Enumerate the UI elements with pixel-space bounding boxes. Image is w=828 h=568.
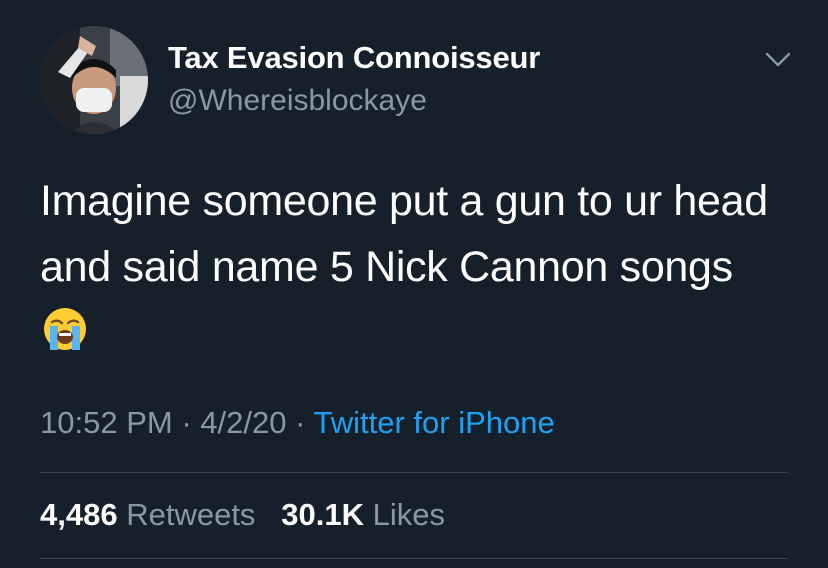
tweet-line: Imagine someone put a gun to ur head	[40, 177, 768, 225]
retweets-count: 4,486	[40, 497, 118, 532]
tweet-line: and said name 5 Nick Cannon songs	[40, 243, 733, 291]
tweet-source-link[interactable]: Twitter for iPhone	[314, 405, 555, 440]
likes-count: 30.1K	[281, 497, 365, 532]
retweets-stat[interactable]: 4,486 Retweets	[40, 497, 264, 532]
likes-label: Likes	[372, 497, 446, 532]
divider	[40, 472, 788, 473]
retweets-label: Retweets	[126, 497, 256, 532]
user-handle[interactable]: @Whereisblockaye	[168, 84, 427, 118]
meta-separator: ·	[181, 405, 192, 440]
tweet-stats: 4,486 Retweets 30.1K Likes	[40, 497, 445, 533]
tweet-text: Imagine someone put a gun to ur head and…	[40, 168, 810, 300]
display-name[interactable]: Tax Evasion Connoisseur	[168, 40, 540, 76]
chevron-down-icon[interactable]	[764, 50, 792, 70]
likes-stat[interactable]: 30.1K Likes	[281, 497, 445, 532]
profile-photo	[40, 26, 148, 134]
tweet-date[interactable]: 4/2/20	[200, 405, 286, 440]
tweet-time[interactable]: 10:52 PM	[40, 405, 173, 440]
avatar[interactable]	[40, 26, 148, 134]
tweet-meta: 10:52 PM · 4/2/20 · Twitter for iPhone	[40, 405, 555, 441]
loudly-crying-face-icon	[44, 308, 86, 350]
divider	[40, 558, 788, 559]
meta-separator: ·	[295, 405, 306, 440]
